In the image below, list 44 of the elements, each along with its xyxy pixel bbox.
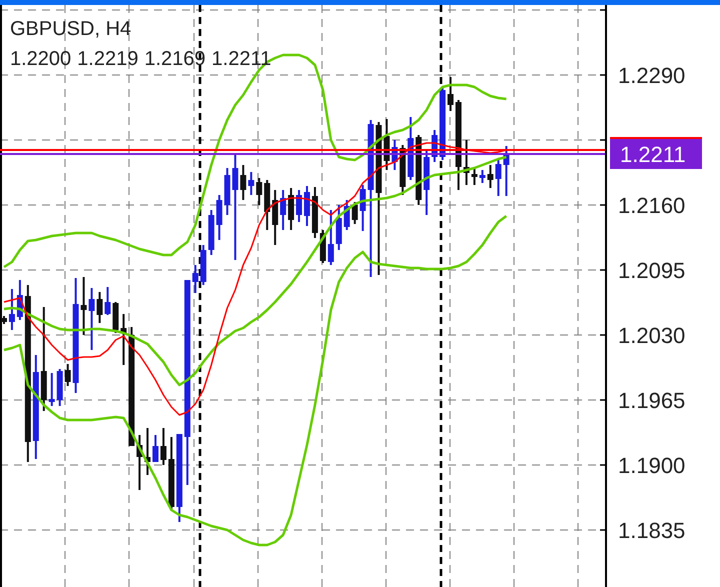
axis-label: 1.2030 (618, 323, 686, 348)
candlestick (328, 210, 334, 265)
candlestick (479, 170, 486, 183)
candlestick (487, 165, 494, 188)
candlestick (56, 369, 63, 406)
candlestick (424, 150, 430, 215)
candlestick (160, 428, 166, 465)
candlestick (0, 316, 7, 324)
candlestick (16, 280, 23, 320)
candlestick (384, 119, 390, 170)
ohlc-value: 1.2200 (10, 47, 72, 71)
candlestick (360, 185, 366, 231)
candlestick (80, 277, 87, 335)
ref-line-label: 1.2211 (620, 142, 686, 167)
axis-label: 1.1900 (618, 453, 686, 478)
symbol-title: GBPUSD, H4 (10, 17, 132, 41)
candlestick (463, 140, 470, 185)
candlestick (344, 200, 350, 230)
candlestick (440, 88, 446, 160)
candlestick (200, 245, 206, 285)
candlestick (336, 205, 342, 250)
axis-label: 1.1835 (618, 518, 686, 543)
candlestick (408, 117, 414, 180)
axis-label: 1.2160 (618, 193, 686, 218)
axis-label: 1.1965 (618, 388, 686, 413)
candlestick (352, 202, 358, 224)
price-label: 1.2211 (610, 139, 702, 169)
candlestick (112, 302, 119, 333)
candlestick (104, 287, 111, 315)
axis-label: 1.2095 (618, 258, 686, 283)
candlestick (471, 168, 478, 185)
candlestick (48, 373, 55, 406)
ohlc-value: 1.2169 (144, 47, 206, 71)
axis-label: 1.2290 (618, 63, 686, 88)
candlestick (392, 140, 398, 170)
candlestick (264, 180, 270, 230)
candlestick (495, 160, 502, 196)
candlestick (168, 437, 174, 509)
ohlc-value: 1.2211 (212, 47, 272, 71)
ohlc-value: 1.2219 (77, 47, 138, 71)
candlestick (64, 364, 71, 386)
candlestick (400, 145, 406, 195)
candlestick (256, 178, 262, 205)
candlestick (503, 146, 510, 196)
